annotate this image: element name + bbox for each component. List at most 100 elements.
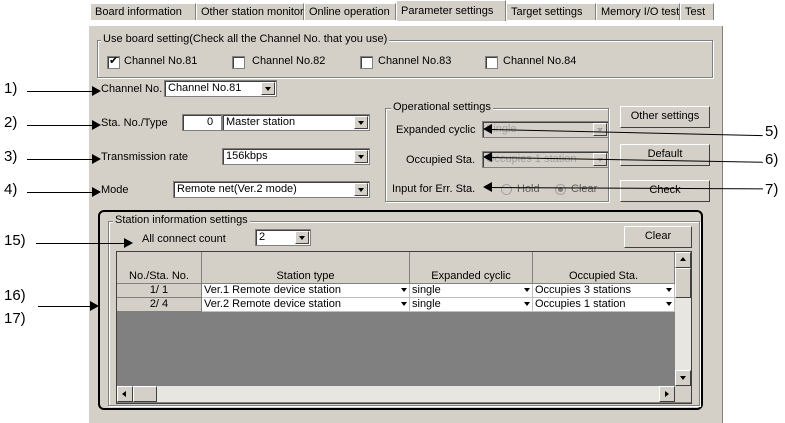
col-header-station-type[interactable]: Station type xyxy=(202,252,410,284)
row-no: 1/ 1 xyxy=(117,284,202,298)
arrow-right-icon xyxy=(92,187,101,197)
scroll-up-button[interactable] xyxy=(675,252,691,268)
channel-no-select[interactable]: Channel No.81 xyxy=(164,80,277,97)
station-table[interactable]: No./Sta. No. Station type Expanded cycli… xyxy=(116,251,692,404)
hold-label: Hold xyxy=(517,183,540,195)
use-board-title: Use board setting(Check all the Channel … xyxy=(101,33,390,45)
chevron-down-icon[interactable] xyxy=(401,288,407,292)
chevron-down-icon[interactable] xyxy=(354,183,368,196)
check-icon: ✔ xyxy=(109,55,119,67)
scroll-thumb[interactable] xyxy=(675,268,691,298)
expanded-cyclic-text: single xyxy=(412,284,441,296)
channel-84-label: Channel No.84 xyxy=(503,55,577,67)
arrow-right-icon xyxy=(90,301,99,311)
scroll-thumb[interactable] xyxy=(133,386,157,402)
chevron-down-icon[interactable] xyxy=(593,123,607,136)
tab-board-information[interactable]: Board information xyxy=(90,3,196,20)
callout-15-line xyxy=(36,243,124,244)
channel-no-label: Channel No. xyxy=(101,83,163,95)
chevron-down-icon[interactable] xyxy=(354,116,368,129)
chevron-down-icon[interactable] xyxy=(666,302,672,306)
callout-15: 15) xyxy=(4,232,26,249)
chevron-down-icon[interactable] xyxy=(261,82,275,95)
occupied-sta-label: Occupied Sta. xyxy=(406,154,476,166)
arrow-right-icon xyxy=(124,238,133,248)
chevron-down-icon[interactable] xyxy=(295,231,309,244)
row-no: 2/ 4 xyxy=(117,298,202,312)
sta-no-value: 0 xyxy=(207,116,214,128)
arrow-right-icon xyxy=(92,86,101,96)
mode-select[interactable]: Remote net(Ver.2 mode) xyxy=(173,181,370,198)
station-type-cell[interactable]: Ver.1 Remote device station xyxy=(202,284,410,298)
chevron-down-icon[interactable] xyxy=(401,302,407,306)
occupied-sta-cell[interactable]: Occupies 3 stations xyxy=(533,284,675,298)
vertical-scrollbar[interactable] xyxy=(675,252,691,386)
channel-83-checkbox[interactable] xyxy=(360,56,373,69)
scroll-down-button[interactable] xyxy=(675,370,691,386)
expanded-cyclic-label: Expanded cyclic xyxy=(396,124,476,136)
chevron-down-icon[interactable] xyxy=(666,288,672,292)
arrow-left-icon xyxy=(122,391,126,397)
tab-target-settings[interactable]: Target settings xyxy=(506,3,596,20)
all-connect-count-select[interactable]: 2 xyxy=(255,229,311,246)
tab-test[interactable]: Test xyxy=(680,3,714,20)
expanded-cyclic-cell[interactable]: single xyxy=(410,284,533,298)
callout-1: 1) xyxy=(4,80,18,97)
col-header-occupied-sta[interactable]: Occupied Sta. xyxy=(533,252,675,284)
all-connect-count-label: All connect count xyxy=(142,233,226,245)
clear-label: Clear xyxy=(571,183,598,195)
channel-81-checkbox[interactable]: ✔ xyxy=(107,55,120,69)
occupied-sta-cell[interactable]: Occupies 1 station xyxy=(533,298,675,312)
chevron-down-icon[interactable] xyxy=(524,288,530,292)
channel-82-checkbox[interactable] xyxy=(232,56,245,69)
scroll-right-button[interactable] xyxy=(659,386,675,402)
arrow-up-icon xyxy=(680,257,686,261)
other-settings-button[interactable]: Other settings xyxy=(620,106,710,128)
tab-memory-io-test[interactable]: Memory I/O test xyxy=(596,3,680,20)
occupied-sta-text: Occupies 1 station xyxy=(535,298,626,310)
channel-81-label: Channel No.81 xyxy=(124,55,198,67)
channel-84-checkbox[interactable] xyxy=(485,56,498,69)
arrow-right-icon xyxy=(92,154,101,164)
callout-5: 5) xyxy=(765,123,779,140)
callout-3-line xyxy=(27,159,93,160)
chevron-down-icon[interactable] xyxy=(354,150,368,163)
check-button[interactable]: Check xyxy=(620,180,710,202)
clear-button[interactable]: Clear xyxy=(624,226,692,248)
transmission-rate-label: Transmission rate xyxy=(101,151,189,163)
horizontal-scrollbar[interactable] xyxy=(117,386,675,402)
sta-no-type-label: Sta. No./Type xyxy=(101,117,168,129)
scroll-left-button[interactable] xyxy=(117,386,133,402)
tab-parameter-settings[interactable]: Parameter settings xyxy=(396,0,506,21)
channel-83-label: Channel No.83 xyxy=(378,55,452,67)
station-type-select[interactable]: Master station xyxy=(222,114,370,131)
sta-no-spinner[interactable]: 0 xyxy=(182,114,222,131)
station-type-text: Ver.2 Remote device station xyxy=(204,298,341,310)
callout-17: 17) xyxy=(4,310,26,327)
tab-online-operation[interactable]: Online operation xyxy=(304,3,396,20)
all-connect-count-value: 2 xyxy=(259,231,266,243)
occupied-sta-text: Occupies 3 stations xyxy=(535,284,631,296)
default-button[interactable]: Default xyxy=(620,144,710,166)
callout-6: 6) xyxy=(765,151,779,168)
hold-radio[interactable] xyxy=(501,184,512,195)
transmission-rate-select[interactable]: 156kbps xyxy=(222,148,370,165)
callout-16-17-line xyxy=(38,306,92,307)
station-info-title: Station information settings xyxy=(113,214,250,226)
station-type-cell[interactable]: Ver.2 Remote device station xyxy=(202,298,410,312)
arrow-down-icon xyxy=(680,376,686,380)
chevron-down-icon[interactable] xyxy=(524,302,530,306)
expanded-cyclic-cell[interactable]: single xyxy=(410,298,533,312)
operational-settings-title: Operational settings xyxy=(391,101,493,113)
input-err-sta-label: Input for Err. Sta. xyxy=(392,183,476,195)
col-header-no[interactable]: No./Sta. No. xyxy=(117,252,202,284)
col-header-expanded-cyclic[interactable]: Expanded cyclic xyxy=(410,252,533,284)
callout-7: 7) xyxy=(765,181,779,198)
mode-value: Remote net(Ver.2 mode) xyxy=(177,183,297,195)
transmission-rate-value: 156kbps xyxy=(226,150,268,162)
clear-radio[interactable] xyxy=(555,184,566,195)
tab-other-station-monitor[interactable]: Other station monitor xyxy=(196,3,304,20)
channel-no-value: Channel No.81 xyxy=(168,82,242,94)
callout-1-line xyxy=(27,91,93,92)
callout-3: 3) xyxy=(4,148,18,165)
